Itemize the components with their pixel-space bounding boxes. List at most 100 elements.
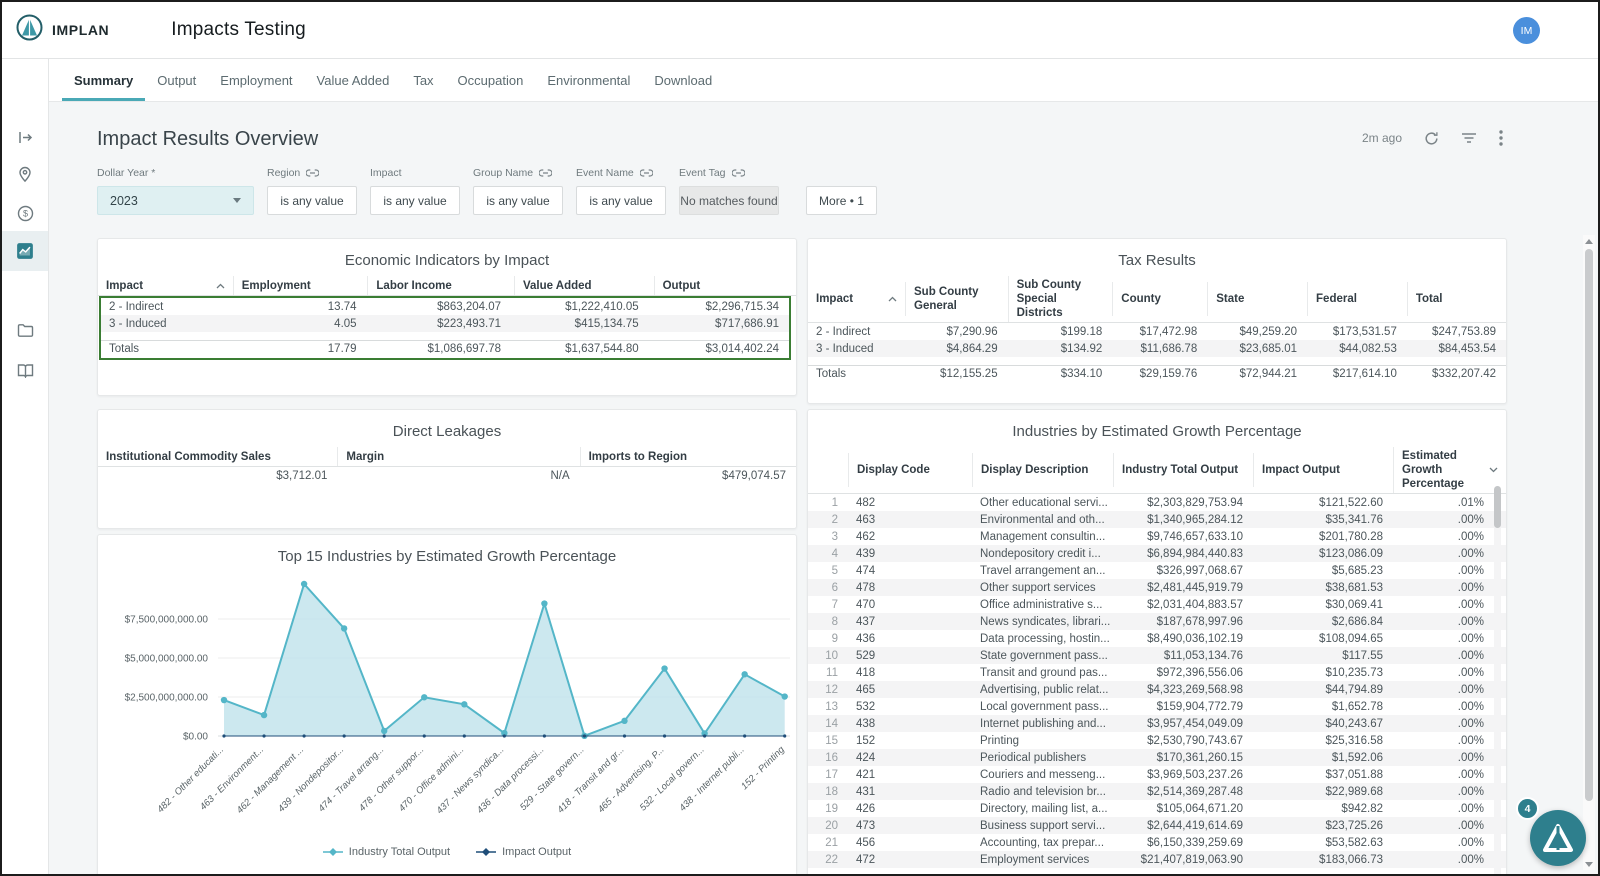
industry-row[interactable]: 9 436 Data processing, hostin... $8,490,036… [808,630,1506,647]
industry-row[interactable]: 15 152 Printing $2,530,790,743.67 $25,316.58… [808,732,1506,749]
table-row[interactable]: $3,712.01 N/A $479,074.57 [98,467,796,484]
refresh-icon[interactable] [1424,131,1439,146]
table-row[interactable]: 3 - Induced 4.05 $223,493.71 $415,134.75 $71… [101,315,789,332]
column-header[interactable]: Output [653,276,796,295]
cell-display-description: Printing [980,734,1019,747]
kebab-menu-icon[interactable] [1499,130,1503,146]
left-sidebar: $ [2,59,49,874]
industry-row[interactable]: 5 474 Travel arrangement an... $326,997,068… [808,562,1506,579]
expand-sidebar-icon[interactable] [2,117,48,157]
totals-row[interactable]: Totals $12,155.25 $334.10 $29,159.76 $72,944… [808,365,1506,382]
industry-row[interactable]: 11 418 Transit and ground pas... $972,396,5… [808,664,1506,681]
column-header[interactable]: Employment [232,276,368,295]
totals-row[interactable]: Totals 17.79 $1,086,697.78 $1,637,544.80 $3,… [101,340,789,357]
filter-value[interactable]: is any value [370,186,460,215]
legend-industry-total-output[interactable]: Industry Total Output [322,846,450,858]
industry-row[interactable]: 19 426 Directory, mailing list, a... $105,0… [808,800,1506,817]
sort-desc-icon [1489,467,1498,473]
industry-row[interactable]: 7 470 Office administrative s... $2,031,404… [808,596,1506,613]
column-header[interactable]: Total [1406,282,1506,316]
scroll-down-arrow[interactable] [1583,858,1595,870]
column-header[interactable]: Impact Output [1253,453,1393,487]
tab-employment[interactable]: Employment [208,62,304,101]
industry-row[interactable]: 14 438 Internet publishing and... $3,957,45… [808,715,1506,732]
industry-row[interactable]: 16 424 Periodical publishers $170,361,260.1… [808,749,1506,766]
column-header[interactable]: State [1207,282,1307,316]
location-pin-icon[interactable] [2,154,48,194]
notification-count-badge[interactable]: 4 [1516,797,1539,820]
column-header[interactable]: Impact [808,282,905,316]
column-header[interactable]: Sub County General [905,282,1008,316]
dashboards-icon[interactable] [2,231,48,271]
book-icon[interactable] [2,350,48,390]
industry-row[interactable]: 4 439 Nondepository credit i... $6,894,984,… [808,545,1506,562]
industry-row[interactable]: 10 529 State government pass... $11,053,134… [808,647,1506,664]
cell-display-code: 438 [856,717,876,730]
cell-display-code: 437 [856,615,876,628]
industry-row[interactable]: 6 478 Other support services $2,481,445,919… [808,579,1506,596]
table-row[interactable]: 3 - Induced $4,864.29 $134.92 $11,686.78 $23… [808,340,1506,357]
folder-icon[interactable] [2,310,48,350]
industry-row[interactable]: 21 456 Accounting, tax prepar... $6,150,339… [808,834,1506,851]
page-scrollbar[interactable] [1583,235,1595,870]
cell-impact-output: $30,069.41 [1325,598,1383,611]
filter-group-name: Group Name is any value [473,167,563,215]
filter-value[interactable]: is any value [576,186,666,215]
column-header[interactable]: Margin [337,447,579,466]
column-header[interactable]: Labor Income [367,276,514,295]
tab-tax[interactable]: Tax [401,62,445,101]
cell-display-description: Office administrative s... [980,598,1103,611]
industry-row[interactable]: 8 437 News syndicates, librari... $187,678,… [808,613,1506,630]
implan-floating-badge[interactable] [1530,810,1586,866]
industries-scrollbar-thumb[interactable] [1494,486,1501,528]
tab-occupation[interactable]: Occupation [446,62,536,101]
industry-row[interactable]: 18 431 Radio and television br... $2,514,36… [808,783,1506,800]
industry-row[interactable]: 20 473 Business support servi... $2,644,419… [808,817,1506,834]
column-header[interactable]: Imports to Region [579,447,796,466]
industry-row[interactable]: 22 472 Employment services $21,407,819,063.… [808,851,1506,868]
industry-row[interactable]: 2 463 Environmental and oth... $1,340,965,2… [808,511,1506,528]
column-header[interactable]: Value Added [513,276,654,295]
table-row[interactable]: 2 - Indirect $7,290.96 $199.18 $17,472.98 $4… [808,323,1506,340]
tab-download[interactable]: Download [642,62,724,101]
industry-row[interactable]: 12 465 Advertising, public relat... $4,323,… [808,681,1506,698]
table-row[interactable]: 2 - Indirect 13.74 $863,204.07 $1,222,410.0… [101,298,789,315]
tab-output[interactable]: Output [145,62,208,101]
industry-row[interactable]: 17 421 Couriers and messeng... $3,969,503,2… [808,766,1506,783]
user-avatar[interactable]: IM [1513,17,1540,44]
column-header[interactable] [808,453,848,487]
column-header[interactable]: Estimated Growth Percentage [1393,447,1506,493]
column-header[interactable]: Display Code [848,453,972,487]
column-header[interactable]: Display Description [972,453,1113,487]
filter-value[interactable]: is any value [473,186,563,215]
column-header[interactable]: Federal [1307,282,1407,316]
dollar-circle-icon[interactable]: $ [2,193,48,233]
column-header[interactable]: County [1112,282,1207,316]
cell-estimated-growth: .00% [1457,768,1484,781]
industries-scrollbar[interactable] [1494,486,1501,874]
tab-environmental[interactable]: Environmental [535,62,642,101]
column-header[interactable]: Impact [98,276,233,295]
tab-value-added[interactable]: Value Added [305,62,402,101]
cell-estimated-growth: .00% [1457,683,1484,696]
filter-value[interactable]: is any value [267,186,357,215]
industry-row[interactable]: 3 462 Management consultin... $9,746,657,63… [808,528,1506,545]
tab-summary[interactable]: Summary [62,62,146,101]
column-header[interactable]: Institutional Commodity Sales [98,447,337,466]
industry-row[interactable]: 13 532 Local government pass... $159,904,77… [808,698,1506,715]
more-filters-button[interactable]: More • 1 [806,186,877,215]
cell-display-code: 470 [856,598,876,611]
scroll-up-arrow[interactable] [1583,235,1595,247]
cell-industry-total-output: $8,490,036,102.19 [1147,632,1243,645]
row-number: 3 [831,530,838,543]
dollar-year-select[interactable]: 2023 [97,186,254,215]
growth-area-chart[interactable]: $0.00 $2,500,000,000.00 $5,000,000,000.00 $… [98,572,798,844]
legend-impact-output[interactable]: Impact Output [476,846,571,858]
cell-estimated-growth: .00% [1457,836,1484,849]
industry-row[interactable]: 1 482 Other educational servi... $2,303,829… [808,494,1506,511]
column-header[interactable]: Sub County Special Districts [1007,276,1113,322]
svg-text:462 - Management ...: 462 - Management ... [235,744,307,816]
page-scrollbar-thumb[interactable] [1585,249,1593,801]
column-header[interactable]: Industry Total Output [1113,453,1253,487]
filter-icon[interactable] [1461,132,1477,144]
